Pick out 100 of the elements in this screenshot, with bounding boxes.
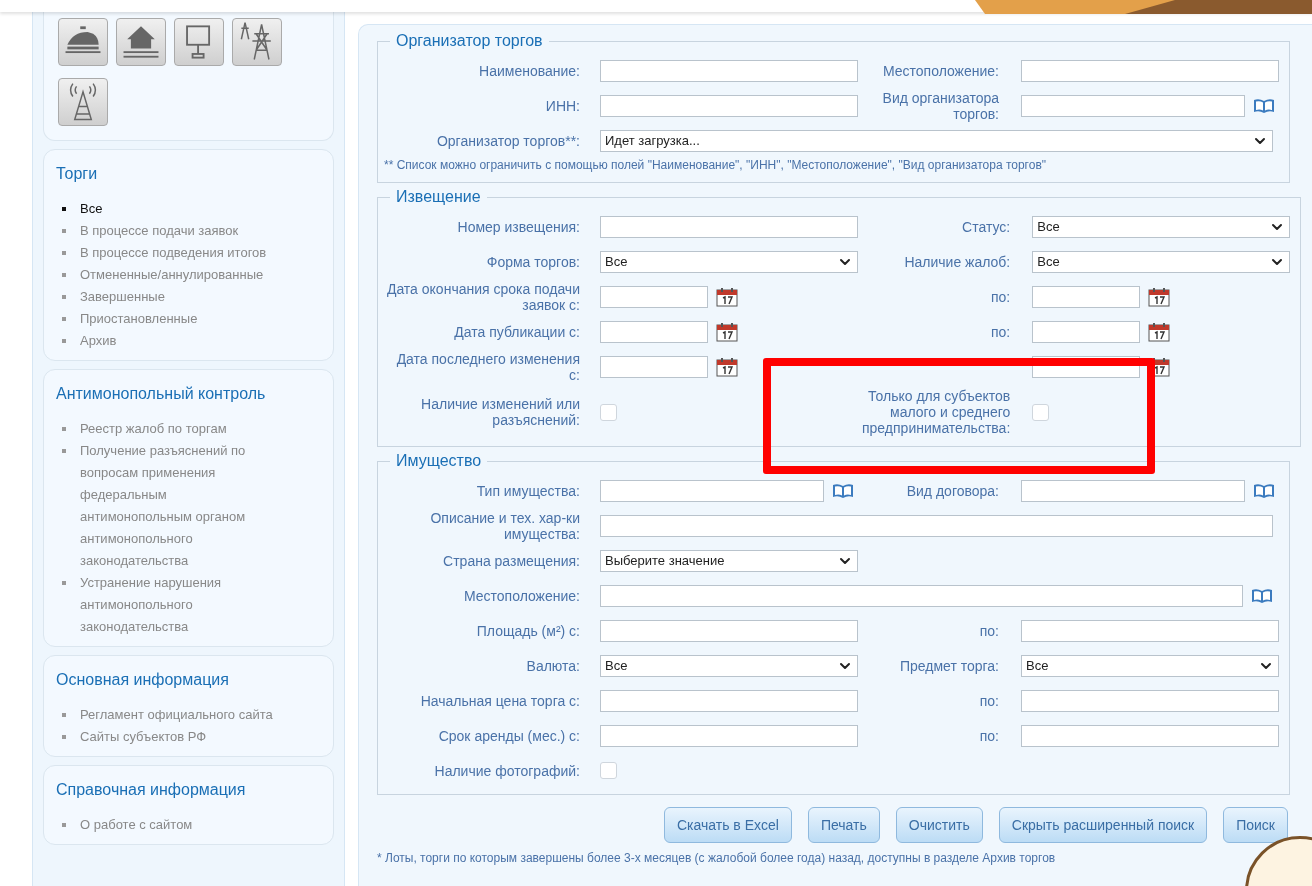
bullet-icon — [62, 317, 66, 321]
date-field[interactable] — [600, 320, 708, 343]
text-field[interactable] — [600, 479, 824, 502]
field-label: Статус: — [962, 218, 1011, 235]
field-label: Вид договора: — [906, 482, 999, 499]
text-field[interactable] — [600, 689, 858, 712]
text-field[interactable] — [1021, 479, 1245, 502]
calendar-icon[interactable] — [716, 286, 738, 307]
text-field[interactable] — [600, 94, 858, 117]
select-field[interactable]: Все — [1032, 250, 1291, 273]
nav-link[interactable]: Отмененные/аннулированные — [80, 264, 264, 286]
section-title: Имущество — [395, 451, 483, 471]
bullet-icon — [62, 581, 66, 585]
section-title: Организатор торгов — [395, 31, 544, 51]
field-label: Только для субъектов малого и среднего предпринимательства: — [862, 388, 1011, 436]
nav-link[interactable]: В процессе подачи заявок — [80, 220, 239, 242]
select-field[interactable]: Все — [1032, 215, 1291, 238]
nav-link[interactable]: Приостановленные — [80, 308, 198, 330]
nav-link[interactable]: Сайты субъектов РФ — [80, 726, 207, 748]
text-field[interactable] — [1021, 94, 1245, 117]
field-label: Наличие фотографий: — [433, 762, 580, 779]
book-icon[interactable] — [1253, 97, 1275, 114]
text-field[interactable] — [1021, 619, 1279, 642]
text-field[interactable] — [600, 59, 858, 82]
category-tile[interactable] — [116, 18, 166, 66]
category-tile[interactable] — [58, 78, 108, 126]
footnote: * Лоты, торги по которым завершены более 3-х месяцев (с жалобой более года) назад, доступны в разделе Архив торгов — [377, 850, 1057, 867]
nav-link[interactable]: В процессе подведения итогов — [80, 242, 267, 264]
bullet-icon — [62, 735, 66, 739]
action-button[interactable]: Скрыть расширенный поиск — [998, 807, 1208, 843]
select-field[interactable]: Все — [1021, 654, 1279, 677]
text-field[interactable] — [1021, 724, 1279, 747]
nav-link[interactable]: Все — [80, 198, 103, 220]
select-field[interactable]: Идет загрузка... — [600, 129, 1273, 152]
panel-title: Антимонопольный контроль — [56, 384, 267, 404]
action-button[interactable]: Печать — [807, 807, 880, 843]
nav-link[interactable]: Регламент официального сайта — [80, 704, 273, 726]
book-icon[interactable] — [1251, 587, 1273, 604]
nav-link[interactable]: Реестр жалоб по торгам — [80, 418, 227, 440]
panel-title: Основная информация — [56, 670, 230, 690]
field-label: Наличие жалоб: — [904, 253, 1011, 270]
bullet-icon — [62, 339, 66, 343]
field-label: Срок аренды (мес.) с: — [437, 727, 580, 744]
nav-link[interactable]: Устранение нарушения антимонопольного законодательства — [80, 572, 278, 638]
date-field[interactable] — [600, 285, 708, 308]
bullet-icon — [62, 823, 66, 827]
action-button[interactable]: Очистить — [895, 807, 983, 843]
field-label: Наличие изменений или разъяснений: — [420, 396, 580, 428]
bullet-icon — [62, 713, 66, 717]
nav-link[interactable]: Архив — [80, 330, 117, 352]
text-field[interactable] — [1021, 689, 1279, 712]
field-label: Вид организатора торгов: — [881, 89, 999, 122]
checkbox[interactable] — [1032, 403, 1050, 421]
field-label: по: — [979, 727, 999, 744]
text-field[interactable] — [1021, 59, 1279, 82]
date-field[interactable] — [1032, 285, 1141, 308]
field-label: Начальная цена торга с: — [419, 692, 580, 709]
field-label: Страна размещения: — [442, 552, 580, 569]
field-label: по: — [991, 323, 1011, 340]
field-label: Дата публикации с: — [453, 323, 580, 340]
select-field[interactable]: Все — [600, 654, 858, 677]
date-field[interactable] — [1032, 320, 1141, 343]
field-label: Организатор торгов**: — [435, 132, 580, 149]
field-label: Номер извещения: — [456, 218, 580, 235]
nav-link[interactable]: О работе с сайтом — [80, 814, 193, 836]
checkbox[interactable] — [600, 762, 617, 779]
field-label: Площадь (м²) с: — [475, 622, 580, 639]
bullet-icon — [62, 207, 66, 211]
calendar-icon[interactable] — [1148, 321, 1171, 342]
select-field[interactable]: Все — [600, 250, 858, 273]
category-tile[interactable] — [174, 18, 224, 66]
bullet-icon — [62, 251, 66, 255]
select-field[interactable]: Выберите значение — [600, 549, 858, 572]
field-label: Тип имущества: — [475, 482, 580, 499]
calendar-icon[interactable] — [716, 321, 738, 342]
book-icon[interactable] — [1253, 482, 1275, 499]
calendar-icon[interactable] — [1148, 286, 1171, 307]
action-button[interactable]: Поиск — [1223, 807, 1288, 843]
text-field[interactable] — [600, 584, 1243, 607]
date-field[interactable] — [600, 355, 708, 378]
panel-title: Торги — [56, 164, 99, 184]
field-label: Форма торгов: — [485, 253, 580, 270]
text-field[interactable] — [600, 514, 1273, 537]
calendar-icon[interactable] — [716, 356, 738, 377]
action-button[interactable]: Скачать в Excel — [664, 807, 792, 843]
text-field[interactable] — [600, 724, 858, 747]
checkbox[interactable] — [600, 403, 617, 421]
field-label: ИНН: — [544, 97, 580, 114]
nav-link[interactable]: Получение разъяснений по вопросам применения федеральным антимонопольным органом антимонопольного законодательства — [80, 440, 278, 572]
nav-link[interactable]: Завершенные — [80, 286, 165, 308]
field-label: Местоположение: — [462, 587, 580, 604]
field-label: по: — [979, 692, 999, 709]
bullet-icon — [62, 427, 66, 431]
text-field[interactable] — [600, 215, 858, 238]
bullet-icon — [62, 273, 66, 277]
category-tile[interactable] — [232, 18, 282, 66]
bullet-icon — [62, 449, 66, 453]
book-icon[interactable] — [832, 482, 854, 499]
text-field[interactable] — [600, 619, 858, 642]
field-label: Дата последнего изменения с: — [395, 350, 580, 383]
